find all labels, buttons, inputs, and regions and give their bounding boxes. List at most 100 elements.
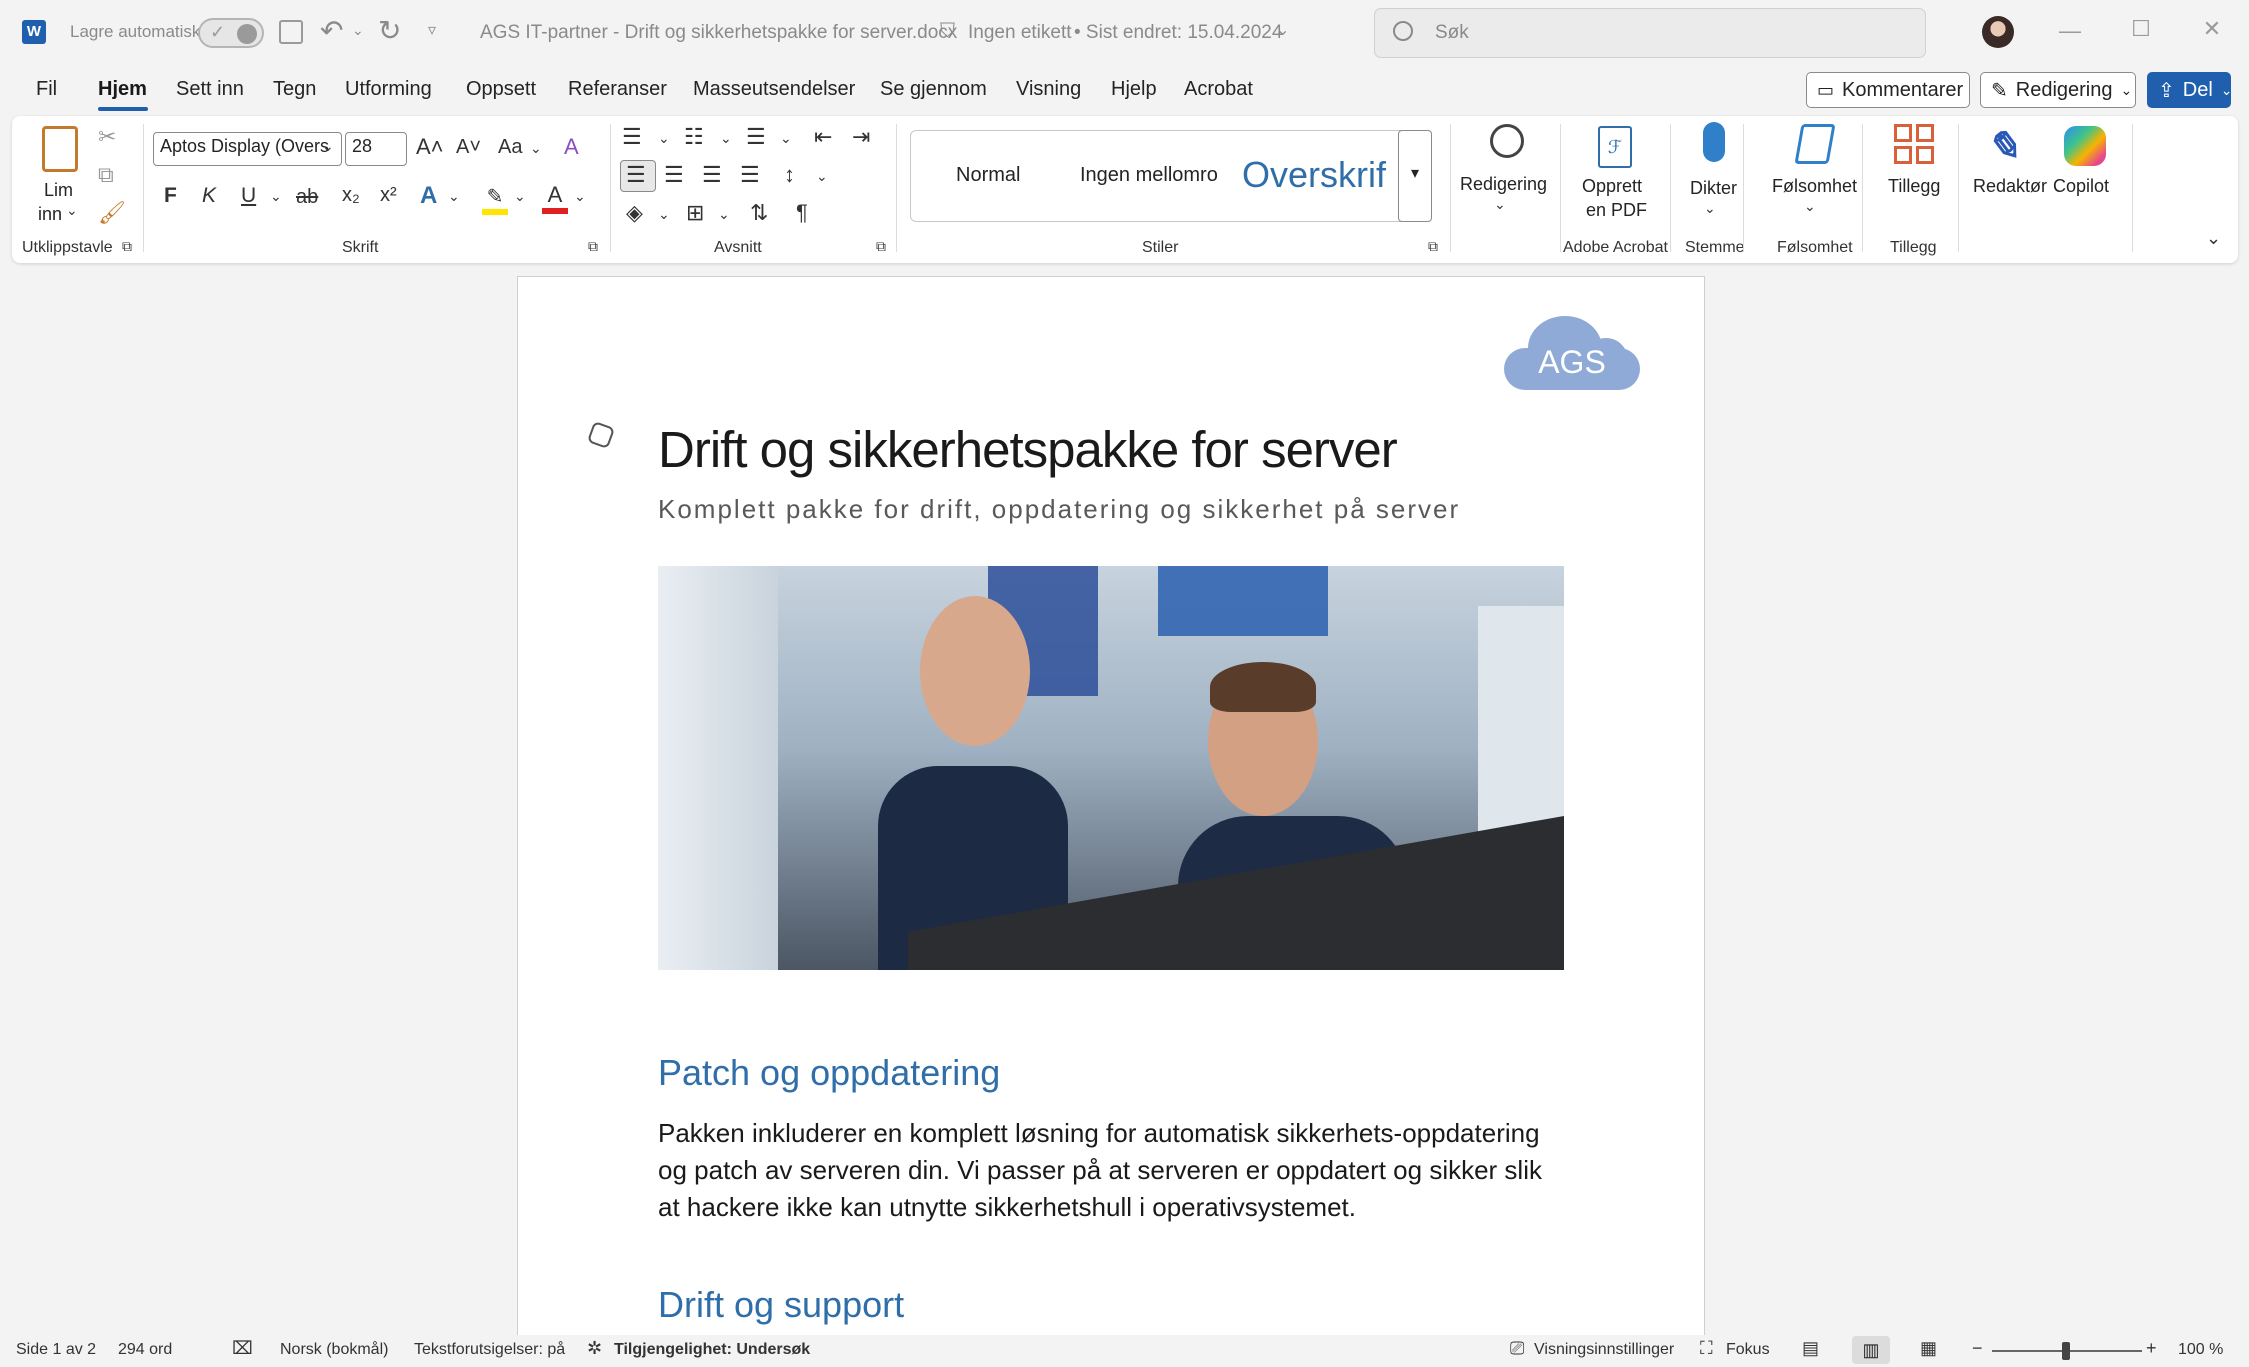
chevron-down-icon[interactable]: ⌄ xyxy=(448,188,460,205)
minimize-icon[interactable]: — xyxy=(2050,18,2090,44)
chevron-down-icon[interactable]: ⌄ xyxy=(66,202,78,219)
change-case-button[interactable]: Aa xyxy=(498,136,522,159)
office-photo[interactable] xyxy=(658,566,1564,970)
focus-icon[interactable]: ⛶ xyxy=(1700,1338,1713,1359)
customize-qat-icon[interactable]: ▿ xyxy=(428,20,436,40)
styles-more-button[interactable]: ▾ xyxy=(1398,130,1432,222)
highlight-icon[interactable]: ✎ xyxy=(482,184,508,215)
align-center-icon[interactable]: ☰ xyxy=(664,162,684,188)
search-box[interactable]: Søk xyxy=(1374,8,1926,58)
editor-label[interactable]: Redaktør xyxy=(1973,174,2047,198)
display-settings-icon[interactable]: ⎚ xyxy=(1510,1338,1524,1359)
chevron-down-icon[interactable]: ⌄ xyxy=(514,188,526,205)
accessibility-status[interactable]: Tilgjengelighet: Undersøk xyxy=(614,1341,810,1359)
zoom-level[interactable]: 100 % xyxy=(2178,1341,2223,1359)
chevron-down-icon[interactable]: ⌄ xyxy=(720,130,732,147)
tab-visning[interactable]: Visning xyxy=(1016,78,1081,101)
cut-icon[interactable]: ✂ xyxy=(98,124,116,150)
tab-hjem[interactable]: Hjem xyxy=(98,78,147,101)
tab-acrobat[interactable]: Acrobat xyxy=(1184,78,1253,101)
undo-icon[interactable]: ↶ xyxy=(320,14,343,47)
bold-button[interactable]: F xyxy=(164,184,177,208)
font-color-icon[interactable]: A xyxy=(542,182,568,216)
shading-icon[interactable]: ◈ xyxy=(626,200,643,226)
tab-oppsett[interactable]: Oppsett xyxy=(466,78,536,101)
label-status[interactable]: Ingen etikett xyxy=(968,22,1072,44)
editor-icon[interactable]: ✎ xyxy=(1986,124,2020,170)
bullets-icon[interactable]: ☰ xyxy=(622,124,642,150)
tab-fil[interactable]: Fil xyxy=(36,78,57,101)
language-status[interactable]: Norsk (bokmål) xyxy=(280,1341,388,1359)
chevron-down-icon[interactable]: ⌄ xyxy=(658,206,670,223)
dialog-launcher-icon[interactable]: ⧉ xyxy=(876,238,886,255)
accessibility-icon[interactable]: ✲ xyxy=(587,1338,602,1359)
multilevel-list-icon[interactable]: ☰ xyxy=(746,124,766,150)
tab-se-gjennom[interactable]: Se gjennom xyxy=(880,78,987,101)
sensitivity-label[interactable]: Følsomhet xyxy=(1772,174,1857,198)
chevron-down-icon[interactable]: ⌄ xyxy=(658,130,670,147)
autosave-toggle[interactable]: ✓ xyxy=(198,18,264,48)
editing-search-icon[interactable] xyxy=(1490,124,1524,158)
chevron-down-icon[interactable]: ⌄ xyxy=(718,206,730,223)
copilot-icon[interactable] xyxy=(2064,126,2106,166)
word-count[interactable]: 294 ord xyxy=(118,1341,172,1359)
dialog-launcher-icon[interactable]: ⧉ xyxy=(122,238,132,255)
word-app-icon[interactable]: W xyxy=(22,20,46,44)
print-layout-button[interactable]: ▥ xyxy=(1852,1336,1890,1364)
chevron-down-icon[interactable]: ⌄ xyxy=(1804,198,1816,215)
style-normal[interactable]: Normal xyxy=(956,164,1020,187)
tab-sett-inn[interactable]: Sett inn xyxy=(176,78,244,101)
strikethrough-button[interactable]: ab xyxy=(296,186,318,209)
font-name-select[interactable]: Aptos Display (Overs xyxy=(153,132,342,166)
tab-utforming[interactable]: Utforming xyxy=(345,78,432,101)
addins-icon[interactable] xyxy=(1894,124,1934,164)
show-formatting-icon[interactable]: ¶ xyxy=(796,200,808,226)
italic-button[interactable]: K xyxy=(202,184,216,208)
share-button[interactable]: ⇪ Del ⌄ xyxy=(2147,72,2233,108)
redo-icon[interactable]: ↻ xyxy=(378,14,401,47)
chevron-down-icon[interactable]: ⌄ xyxy=(270,188,282,205)
tab-masseutsendelser[interactable]: Masseutsendelser xyxy=(693,78,855,101)
heading-patch[interactable]: Patch og oppdatering xyxy=(658,1052,1000,1094)
borders-icon[interactable]: ⊞ xyxy=(686,200,704,226)
style-heading[interactable]: Overskrif xyxy=(1242,154,1392,196)
focus-mode[interactable]: Fokus xyxy=(1726,1341,1770,1359)
sensitivity-icon[interactable] xyxy=(1794,124,1836,164)
font-size-select[interactable]: 28 xyxy=(345,132,407,166)
editing-mode-button[interactable]: ✎ Redigering ⌄ xyxy=(1980,72,2136,108)
comments-button[interactable]: ▭ Kommentarer xyxy=(1806,72,1970,108)
zoom-in-icon[interactable]: + xyxy=(2146,1338,2157,1359)
align-right-icon[interactable]: ☰ xyxy=(702,162,722,188)
paragraph-patch[interactable]: Pakken inkluderer en komplett løsning fo… xyxy=(658,1115,1558,1226)
chevron-down-icon[interactable]: ⌄ xyxy=(530,140,542,157)
save-icon[interactable] xyxy=(279,20,303,44)
subscript-button[interactable]: x₂ xyxy=(342,184,360,207)
chevron-down-icon[interactable]: ⌄ xyxy=(816,168,828,185)
copy-icon[interactable]: ⧉ xyxy=(98,162,114,188)
tab-tegn[interactable]: Tegn xyxy=(273,78,316,101)
zoom-out-icon[interactable]: − xyxy=(1972,1338,1983,1359)
display-settings[interactable]: Visningsinnstillinger xyxy=(1534,1341,1674,1359)
style-no-spacing[interactable]: Ingen mellomro xyxy=(1080,164,1228,187)
chevron-down-icon[interactable]: ⌄ xyxy=(352,22,364,39)
chevron-down-icon[interactable]: ⌄ xyxy=(1276,20,1289,40)
zoom-slider-thumb[interactable] xyxy=(2062,1342,2070,1360)
proofing-icon[interactable]: ⌧ xyxy=(232,1338,253,1359)
web-layout-icon[interactable]: ▦ xyxy=(1920,1338,1937,1359)
dialog-launcher-icon[interactable]: ⧉ xyxy=(1428,238,1438,255)
sort-icon[interactable]: ⇅ xyxy=(750,200,768,226)
justify-icon[interactable]: ☰ xyxy=(740,162,760,188)
chevron-down-icon[interactable]: ⌄ xyxy=(322,138,334,155)
tab-hjelp[interactable]: Hjelp xyxy=(1111,78,1157,101)
avatar[interactable] xyxy=(1982,16,2014,48)
numbering-icon[interactable]: ☷ xyxy=(684,124,704,150)
editing-label[interactable]: Redigering xyxy=(1460,172,1547,196)
text-predictions-status[interactable]: Tekstforutsigelser: på xyxy=(414,1341,565,1359)
chevron-down-icon[interactable]: ⌄ xyxy=(780,130,792,147)
microphone-icon[interactable] xyxy=(1703,122,1725,162)
underline-button[interactable]: U xyxy=(241,184,256,208)
line-spacing-icon[interactable]: ↕ xyxy=(784,162,795,188)
document-subtitle[interactable]: Komplett pakke for drift, oppdatering og… xyxy=(658,494,1460,525)
text-effects-icon[interactable]: A xyxy=(420,182,437,210)
shrink-font-icon[interactable]: A˅ xyxy=(456,136,481,159)
